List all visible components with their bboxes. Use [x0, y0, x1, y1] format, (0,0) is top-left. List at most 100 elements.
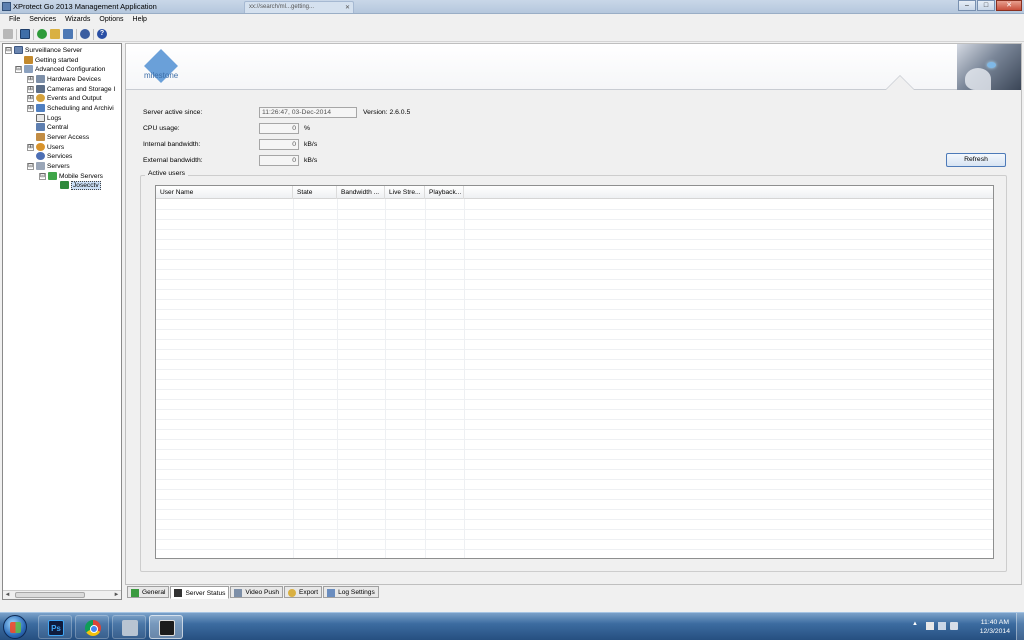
getting-started-icon [24, 56, 33, 64]
external-bandwidth-value: 0 [259, 155, 299, 166]
toolbar: ? [0, 27, 1024, 42]
collapse-icon[interactable]: ⊟ [39, 172, 46, 180]
export-tab-icon [288, 588, 297, 597]
tree-item-label: Cameras and Storage I [47, 85, 116, 93]
grid-row-line [156, 209, 993, 210]
tree-item-services[interactable]: Services [27, 151, 72, 161]
tab-general[interactable]: General [127, 586, 170, 598]
wizard-icon[interactable] [80, 29, 90, 39]
tree-item-central[interactable]: Central [27, 122, 68, 132]
background-browser-tab[interactable]: xx://search/ml...getting... ✕ [244, 1, 354, 13]
tree-item-events-output[interactable]: ⊞ Events and Output [27, 93, 102, 103]
grid-row-line [156, 309, 993, 310]
refresh-button[interactable]: Refresh [946, 153, 1006, 167]
column-state[interactable]: State [293, 186, 337, 199]
tree-item-hardware-devices[interactable]: ⊞ Hardware Devices [27, 74, 101, 84]
volume-icon[interactable] [950, 622, 958, 630]
start-button[interactable] [3, 615, 27, 639]
tree-item-servers[interactable]: ⊟ Servers [27, 161, 70, 171]
minimize-button[interactable]: – [958, 0, 976, 11]
collapse-icon[interactable]: ⊟ [5, 46, 12, 54]
scroll-thumb[interactable] [15, 592, 85, 598]
server-status-panel: milestone Server active since: 11:26:47,… [125, 43, 1022, 585]
tree-item-label: Events and Output [47, 94, 102, 102]
taskbar-chrome[interactable] [75, 615, 109, 639]
taskbar-photoshop[interactable]: Ps [38, 615, 72, 639]
scroll-right-icon[interactable]: ► [112, 591, 121, 599]
action-center-icon[interactable] [926, 622, 934, 630]
photoshop-icon: Ps [48, 620, 64, 636]
menu-file[interactable]: File [6, 14, 26, 27]
expand-icon[interactable]: ⊞ [27, 104, 34, 112]
grid-row-line [156, 259, 993, 260]
grid-row-line [156, 419, 993, 420]
tree-item-surveillance-server[interactable]: ⊟ Surveillance Server [5, 45, 82, 55]
save-icon[interactable] [20, 29, 30, 39]
tree-item-josecctv[interactable]: Josecctv [60, 180, 101, 190]
general-tab-icon [131, 588, 139, 597]
expand-icon[interactable]: ⊞ [27, 85, 34, 93]
tree-item-label: Services [47, 152, 73, 160]
menu-options[interactable]: Options [96, 14, 129, 27]
show-desktop-button[interactable] [1016, 613, 1024, 640]
help-icon[interactable]: ? [97, 29, 107, 39]
tree-item-server-access[interactable]: Server Access [27, 132, 89, 142]
expand-icon[interactable]: ⊞ [27, 75, 34, 83]
wolf-image [957, 44, 1021, 90]
column-bandwidth[interactable]: Bandwidth ... [337, 186, 385, 199]
background-tab-label: xx://search/ml...getting... [249, 4, 315, 10]
collapse-icon[interactable]: ⊟ [27, 162, 34, 170]
tab-server-status[interactable]: Server Status [170, 586, 230, 599]
expand-icon[interactable]: ⊞ [27, 143, 34, 151]
grid-row-line [156, 469, 993, 470]
tab-export[interactable]: Export [284, 586, 323, 598]
tree-item-scheduling[interactable]: ⊞ Scheduling and Archivi [27, 103, 114, 113]
scroll-left-icon[interactable]: ◄ [3, 591, 12, 599]
grid-row-line [156, 519, 993, 520]
grid-row-line [156, 539, 993, 540]
taskbar-clock[interactable]: 11:40 AM 12/3/2014 [980, 618, 1010, 636]
expand-icon[interactable]: ⊞ [27, 94, 34, 102]
back-icon[interactable] [3, 29, 13, 39]
navigation-tree[interactable]: ⊟ Surveillance Server Getting started ⊟ … [2, 43, 122, 600]
active-users-list[interactable]: User Name State Bandwidth ... Live Stre.… [155, 185, 994, 559]
tab-log-settings[interactable]: Log Settings [323, 586, 379, 598]
menu-services[interactable]: Services [26, 14, 62, 27]
title-bar: XProtect Go 2013 Management Application … [0, 0, 1024, 14]
internal-bandwidth-unit: kB/s [304, 141, 318, 148]
tree-item-advanced-configuration[interactable]: ⊟ Advanced Configuration [15, 64, 105, 74]
milestone-app-icon [159, 620, 175, 636]
tree-horizontal-scrollbar[interactable]: ◄ ► [3, 590, 121, 599]
log-settings-tab-icon [327, 588, 336, 597]
column-playback[interactable]: Playback... [425, 186, 464, 199]
menu-wizards[interactable]: Wizards [62, 14, 96, 27]
server-icon [14, 46, 23, 54]
taskbar-network-app[interactable] [112, 615, 146, 639]
chrome-icon [85, 620, 101, 636]
device-icon[interactable] [63, 29, 73, 39]
mobile-server-node-icon [60, 181, 69, 189]
grid-column-line [425, 199, 426, 558]
tab-video-push[interactable]: Video Push [230, 586, 284, 598]
servers-icon [36, 162, 45, 170]
refresh-icon[interactable] [37, 29, 47, 39]
toolbar-separator [76, 28, 77, 40]
maximize-button[interactable]: □ [977, 0, 995, 11]
taskbar-milestone-app[interactable] [149, 615, 183, 639]
column-user-name[interactable]: User Name [156, 186, 293, 199]
logo-text: milestone [144, 71, 179, 80]
network-icon[interactable] [938, 622, 946, 630]
collapse-icon[interactable]: ⊟ [15, 65, 22, 73]
active-users-label: Active users [145, 170, 189, 177]
close-icon[interactable]: ✕ [345, 4, 350, 11]
column-live-streams[interactable]: Live Stre... [385, 186, 425, 199]
tree-item-label: Hardware Devices [47, 75, 101, 83]
open-folder-icon[interactable] [50, 29, 60, 39]
menu-help[interactable]: Help [130, 14, 153, 27]
external-bandwidth-label: External bandwidth: [143, 157, 203, 164]
close-button[interactable]: ✕ [996, 0, 1022, 11]
tray-expand-icon[interactable]: ▲ [912, 621, 920, 629]
version-label: Version: 2.6.0.5 [363, 109, 411, 116]
grid-column-line [464, 199, 465, 558]
tree-item-label: Surveillance Server [25, 46, 83, 54]
